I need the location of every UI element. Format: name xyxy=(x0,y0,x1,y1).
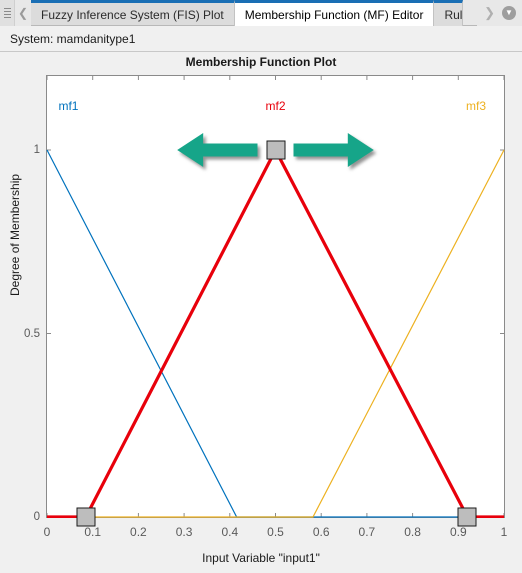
drag-left-arrow[interactable] xyxy=(177,133,258,167)
y-tick-label: 1 xyxy=(33,144,40,156)
series-label-mf2: mf2 xyxy=(265,99,286,113)
tab-bar: ❮ Fuzzy Inference System (FIS) Plot Memb… xyxy=(0,0,522,26)
x-tick-label: 0.1 xyxy=(84,525,102,539)
x-tick-label: 0.3 xyxy=(175,525,193,539)
x-tick-label: 0.7 xyxy=(358,525,376,539)
grip-dots-icon xyxy=(3,7,11,19)
tab-mf-editor[interactable]: Membership Function (MF) Editor xyxy=(234,0,435,26)
right-base-handle[interactable] xyxy=(457,507,477,527)
window-grip-handle[interactable] xyxy=(0,0,15,26)
drag-right-arrow[interactable] xyxy=(293,133,374,167)
x-tick-label: 0 xyxy=(43,525,51,539)
peak-handle[interactable] xyxy=(266,140,285,160)
series-label-mf3: mf3 xyxy=(466,99,487,113)
y-tick-label: 0.5 xyxy=(24,327,40,340)
x-tick-label: 1 xyxy=(500,525,508,539)
y-axis-title: Degree of Membership xyxy=(8,173,22,296)
x-tick-label: 0.5 xyxy=(267,525,284,539)
membership-function-plot[interactable]: mf1 mf2 mf3 0 0.5 1 0 0.1 0.2 0.3 0.4 0.5 0.6 0.7 0.… xyxy=(24,75,507,539)
chevron-left-icon[interactable]: ❮ xyxy=(15,0,31,26)
tab-bar-controls: ❯ ▼ xyxy=(477,0,522,26)
x-tick-label: 0.6 xyxy=(312,525,330,539)
plot-title: Membership Function Plot xyxy=(185,55,337,69)
series-label-mf1: mf1 xyxy=(58,99,79,113)
tab-rule-editor[interactable]: Rul xyxy=(434,0,464,26)
x-tick-label: 0.9 xyxy=(449,525,467,539)
system-name-label: System: mamdanitype1 xyxy=(10,31,136,46)
tab-label: Rul xyxy=(444,7,463,22)
x-tick-label: 0.4 xyxy=(221,525,239,539)
chevron-right-icon[interactable]: ❯ xyxy=(477,5,502,21)
tab-label: Fuzzy Inference System (FIS) Plot xyxy=(41,7,224,22)
series-line-mf2[interactable] xyxy=(47,146,504,518)
chevron-down-circle-icon[interactable]: ▼ xyxy=(502,6,516,20)
mf-editor-window: ❮ Fuzzy Inference System (FIS) Plot Memb… xyxy=(0,0,522,573)
tab-label: Membership Function (MF) Editor xyxy=(244,7,424,22)
x-tick-label: 0.8 xyxy=(404,525,421,539)
system-info-bar: System: mamdanitype1 xyxy=(0,26,522,52)
x-tick-label: 0.2 xyxy=(130,525,147,539)
y-tick-label: 0 xyxy=(33,511,40,523)
tab-fis-plot[interactable]: Fuzzy Inference System (FIS) Plot xyxy=(31,0,235,26)
x-axis-title: Input Variable "input1" xyxy=(202,551,320,565)
left-base-handle[interactable] xyxy=(76,507,96,527)
